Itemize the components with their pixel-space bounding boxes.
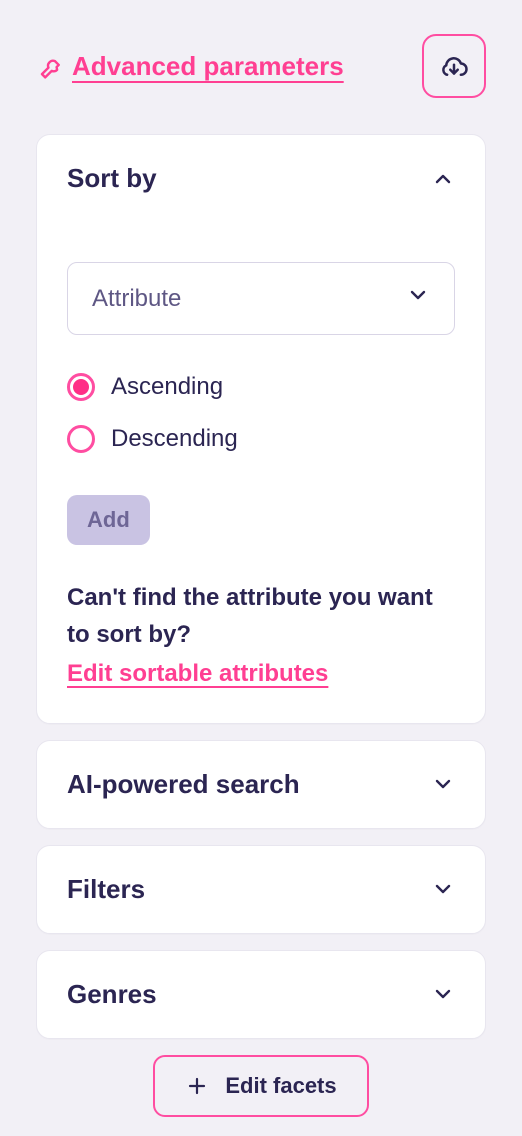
chevron-up-icon <box>431 167 455 191</box>
top-bar: Advanced parameters <box>36 34 486 98</box>
genres-header[interactable]: Genres <box>37 951 485 1038</box>
sort-by-header[interactable]: Sort by <box>37 135 485 222</box>
radio-descending[interactable]: Descending <box>67 425 455 453</box>
radio-ascending-label: Ascending <box>111 373 223 401</box>
edit-facets-label: Edit facets <box>225 1073 336 1099</box>
attribute-select-value: Attribute <box>92 285 181 313</box>
chevron-down-icon <box>431 982 455 1006</box>
sort-helper: Can't find the attribute you want to sor… <box>67 579 455 693</box>
plus-icon <box>185 1074 209 1098</box>
genres-title: Genres <box>67 979 157 1010</box>
advanced-parameters[interactable]: Advanced parameters <box>36 51 344 82</box>
ai-search-title: AI-powered search <box>67 769 300 800</box>
wrench-icon <box>36 53 62 79</box>
attribute-select[interactable]: Attribute <box>67 262 455 335</box>
edit-facets-button[interactable]: Edit facets <box>153 1055 368 1117</box>
filters-title: Filters <box>67 874 145 905</box>
radio-unchecked-icon <box>67 425 95 453</box>
radio-descending-label: Descending <box>111 425 238 453</box>
add-button-label: Add <box>87 507 130 532</box>
chevron-down-icon <box>431 772 455 796</box>
sort-helper-text: Can't find the attribute you want to sor… <box>67 584 433 648</box>
filters-card: Filters <box>36 845 486 934</box>
ai-search-card: AI-powered search <box>36 740 486 829</box>
sort-by-card: Sort by Attribute Ascending Descending A… <box>36 134 486 724</box>
radio-checked-icon <box>67 373 95 401</box>
sort-by-body: Attribute Ascending Descending Add Can't… <box>37 222 485 723</box>
advanced-parameters-link[interactable]: Advanced parameters <box>72 51 344 82</box>
footer: Edit facets <box>36 1055 486 1117</box>
chevron-down-icon <box>431 877 455 901</box>
genres-card: Genres <box>36 950 486 1039</box>
ai-search-header[interactable]: AI-powered search <box>37 741 485 828</box>
radio-ascending[interactable]: Ascending <box>67 373 455 401</box>
filters-header[interactable]: Filters <box>37 846 485 933</box>
edit-sortable-attributes-link[interactable]: Edit sortable attributes <box>67 655 328 692</box>
sort-by-title: Sort by <box>67 163 157 194</box>
cloud-download-icon <box>439 51 469 81</box>
add-button[interactable]: Add <box>67 495 150 545</box>
chevron-down-icon <box>406 283 430 314</box>
cloud-download-button[interactable] <box>422 34 486 98</box>
